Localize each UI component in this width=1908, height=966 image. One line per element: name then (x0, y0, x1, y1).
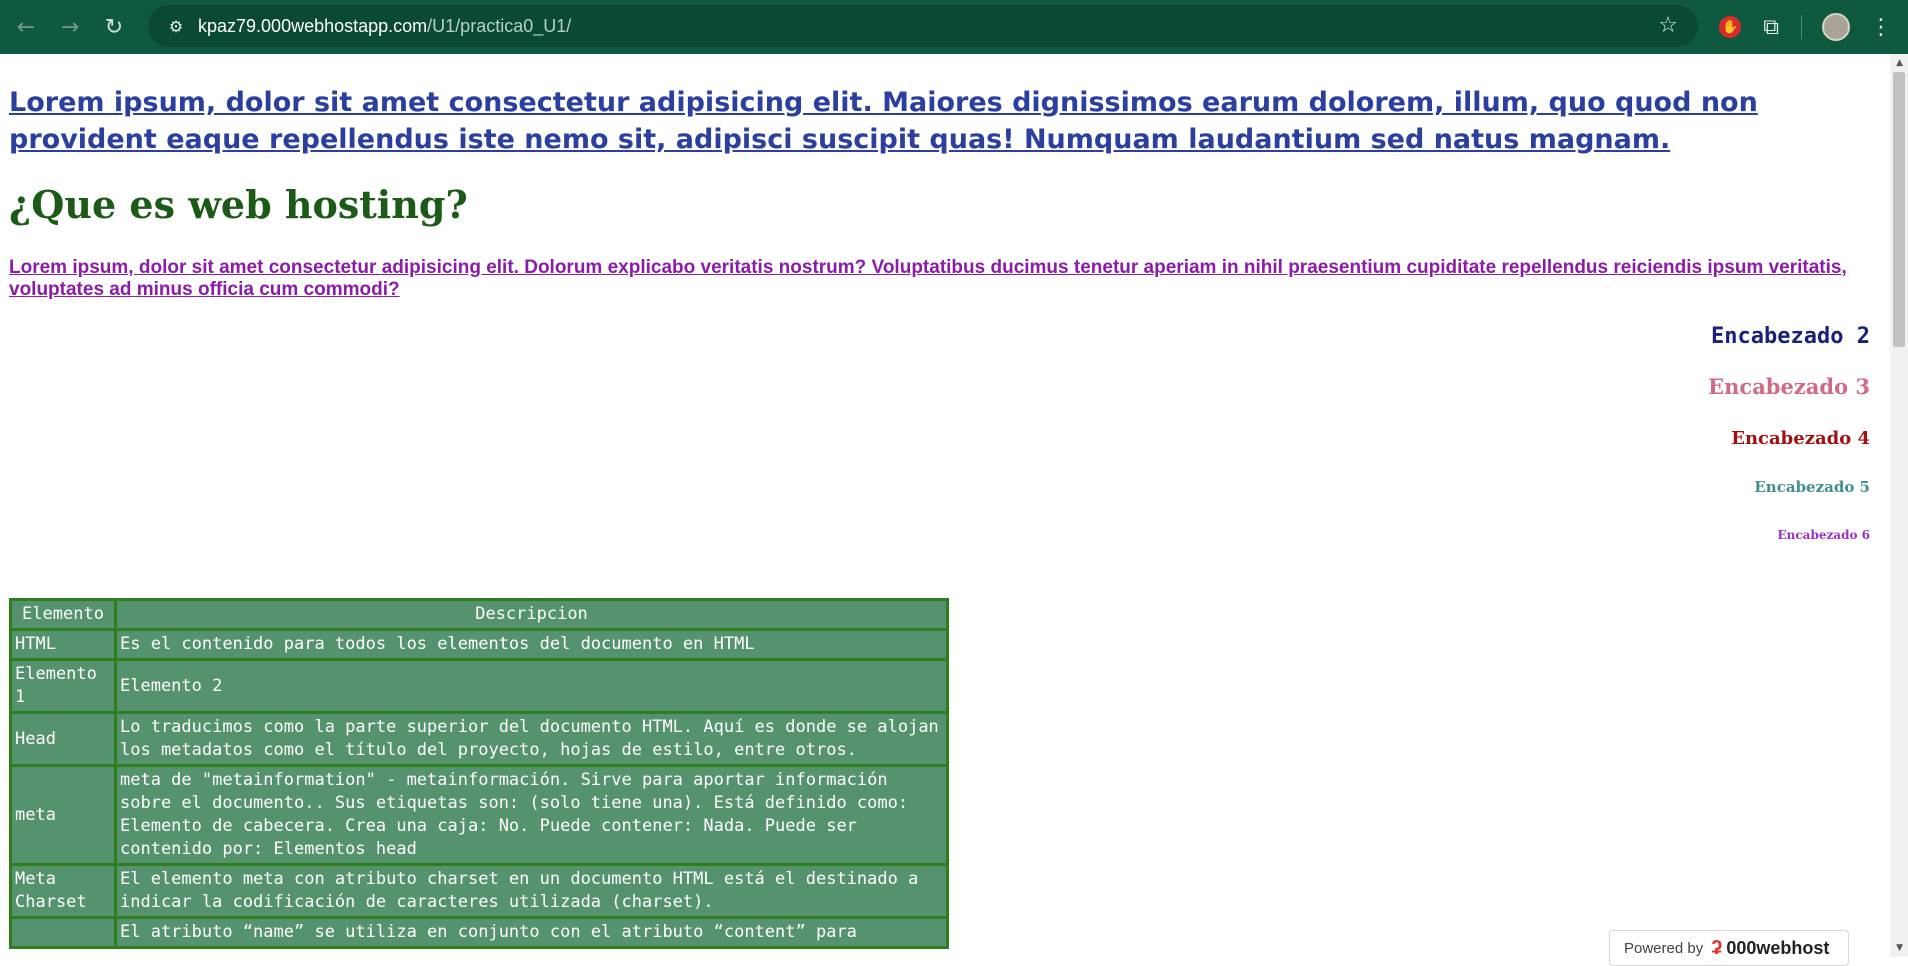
address-bar[interactable]: ⚙ kpaz79.000webhostapp.com/U1/practica0_… (148, 5, 1698, 47)
puzzle-icon[interactable]: ⧉ (1763, 15, 1779, 40)
back-arrow-icon[interactable]: ← (10, 11, 42, 43)
url-path: /U1/practica0_U1/ (427, 15, 572, 36)
powered-by-brand: 000webhost (1726, 937, 1830, 958)
extensions-area: ✋ ⧉ ⋮ (1719, 0, 1908, 54)
heading-4: Encabezado 4 (1731, 428, 1870, 449)
table-row: HTML Es el contenido para todos los elem… (9, 628, 949, 661)
cell-elemento: Head (9, 711, 117, 767)
page-viewport: Lorem ipsum, dolor sit amet consectetur … (0, 54, 1890, 957)
cell-elemento: HTML (9, 628, 117, 661)
table-row: Meta Charset El elemento meta con atribu… (9, 863, 949, 919)
page-title: ¿Que es web hosting? (9, 182, 468, 227)
cell-descripcion: Lo traducimos como la parte superior del… (114, 711, 949, 767)
heading-5: Encabezado 5 (1754, 478, 1870, 496)
scroll-up-arrow-icon[interactable]: ▲ (1896, 58, 1903, 68)
bookmark-star-icon[interactable]: ☆ (1658, 13, 1678, 38)
scrollbar-thumb[interactable] (1893, 72, 1905, 347)
cell-elemento: Elemento 1 (9, 658, 117, 714)
toolbar-divider (1801, 15, 1802, 39)
table-row: Elemento 1 Elemento 2 (9, 658, 949, 714)
site-info-icon[interactable]: ⚙ (162, 17, 190, 36)
000webhost-logo-icon: ʡ (1711, 936, 1723, 959)
url-host: kpaz79.000webhostapp.com (198, 15, 428, 36)
reload-icon[interactable]: ↻ (98, 11, 130, 43)
browser-toolbar: ← → ↻ ⚙ kpaz79.000webhostapp.com/U1/prac… (0, 0, 1908, 54)
menu-kebab-icon[interactable]: ⋮ (1870, 15, 1892, 40)
column-header-elemento: Elemento (9, 598, 117, 631)
cell-descripcion: El atributo “name” se utiliza en conjunt… (114, 916, 949, 949)
forward-arrow-icon[interactable]: → (54, 11, 86, 43)
table-row: El atributo “name” se utiliza en conjunt… (9, 916, 949, 949)
powered-by-badge[interactable]: Powered by ʡ 000webhost (1609, 930, 1849, 966)
profile-avatar-icon[interactable] (1822, 13, 1850, 41)
cell-elemento: meta (9, 764, 117, 866)
cell-elemento (9, 916, 117, 949)
cell-descripcion: meta de "metainformation" - metainformac… (114, 764, 949, 866)
heading-6: Encabezado 6 (1777, 528, 1871, 542)
cell-elemento: Meta Charset (9, 863, 117, 919)
cell-descripcion: Elemento 2 (114, 658, 949, 714)
column-header-descripcion: Descripcion (114, 598, 949, 631)
heading-3: Encabezado 3 (1708, 374, 1870, 399)
cell-descripcion: Es el contenido para todos los elementos… (114, 628, 949, 661)
table-header-row: Elemento Descripcion (9, 598, 949, 631)
table-row: Head Lo traducimos como la parte superio… (9, 711, 949, 767)
cell-descripcion: El elemento meta con atributo charset en… (114, 863, 949, 919)
table-row: meta meta de "metainformation" - metainf… (9, 764, 949, 866)
elements-table: Elemento Descripcion HTML Es el contenid… (9, 598, 949, 949)
hand-stop-icon[interactable]: ✋ (1719, 16, 1742, 38)
url-text[interactable]: kpaz79.000webhostapp.com/U1/practica0_U1… (198, 16, 571, 37)
powered-by-label: Powered by (1624, 939, 1704, 957)
heading-2: Encabezado 2 (1711, 324, 1870, 349)
main-heading-link[interactable]: Lorem ipsum, dolor sit amet consectetur … (9, 84, 1879, 158)
paragraph-link[interactable]: Lorem ipsum, dolor sit amet consectetur … (9, 257, 1879, 301)
scroll-down-arrow-icon[interactable]: ▼ (1896, 943, 1903, 953)
